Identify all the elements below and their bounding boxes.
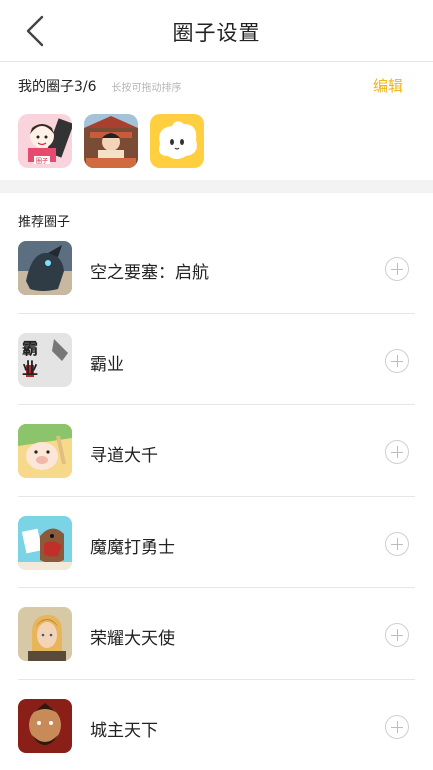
- add-circle-button[interactable]: [385, 623, 409, 647]
- list-item[interactable]: 霸业 霸业: [0, 314, 433, 405]
- circle-name: 城主天下: [90, 720, 158, 741]
- list-item[interactable]: 魔魔打勇士: [0, 497, 433, 588]
- edit-button[interactable]: 编辑: [373, 75, 403, 96]
- section-separator: [0, 180, 433, 193]
- my-circle-white-blob-icon[interactable]: [150, 114, 204, 168]
- my-circles-title: 我的圈子3/6: [18, 79, 97, 95]
- list-item[interactable]: 寻道大千: [0, 405, 433, 497]
- my-circle-pink-character-icon[interactable]: 圈子: [18, 114, 72, 168]
- my-circles-section: 我的圈子3/6 长按可拖动排序 编辑 圈子: [0, 62, 433, 180]
- game-thumbnail: 霸业: [18, 332, 72, 387]
- circle-name: 魔魔打勇士: [90, 537, 175, 558]
- circle-name: 荣耀大天使: [90, 629, 175, 649]
- add-circle-button[interactable]: [385, 531, 409, 556]
- list-item[interactable]: 空之要塞：启航: [0, 222, 433, 314]
- thumbnail-text: 霸业: [22, 338, 39, 378]
- circle-name: 霸业: [90, 354, 124, 375]
- page-title: 圈子设置: [172, 21, 261, 45]
- game-thumbnail: [18, 607, 72, 661]
- game-thumbnail: [18, 241, 72, 295]
- add-circle-button[interactable]: [385, 348, 409, 373]
- my-circle-badge-text: 圈子: [36, 158, 49, 165]
- game-thumbnail: [18, 515, 72, 570]
- drag-sort-hint: 长按可拖动排序: [111, 83, 182, 94]
- add-circle-button[interactable]: [385, 714, 409, 739]
- game-thumbnail: [18, 424, 72, 478]
- add-circle-button[interactable]: [385, 440, 409, 464]
- game-thumbnail: [18, 698, 72, 753]
- list-item[interactable]: 荣耀大天使: [0, 588, 433, 680]
- add-circle-button[interactable]: [385, 257, 409, 281]
- my-circles-icons: 圈子: [18, 114, 204, 168]
- list-item[interactable]: 城主天下: [0, 680, 433, 770]
- circle-name: 寻道大千: [90, 446, 158, 466]
- recommended-list: 空之要塞：启航 霸业 霸业 寻道大千 魔魔打勇士 荣耀大天使 城主天下: [0, 222, 433, 770]
- top-bar: 圈子设置: [0, 0, 433, 62]
- circle-name: 空之要塞：启航: [90, 263, 209, 283]
- my-circle-noodle-shop-icon[interactable]: [84, 114, 138, 168]
